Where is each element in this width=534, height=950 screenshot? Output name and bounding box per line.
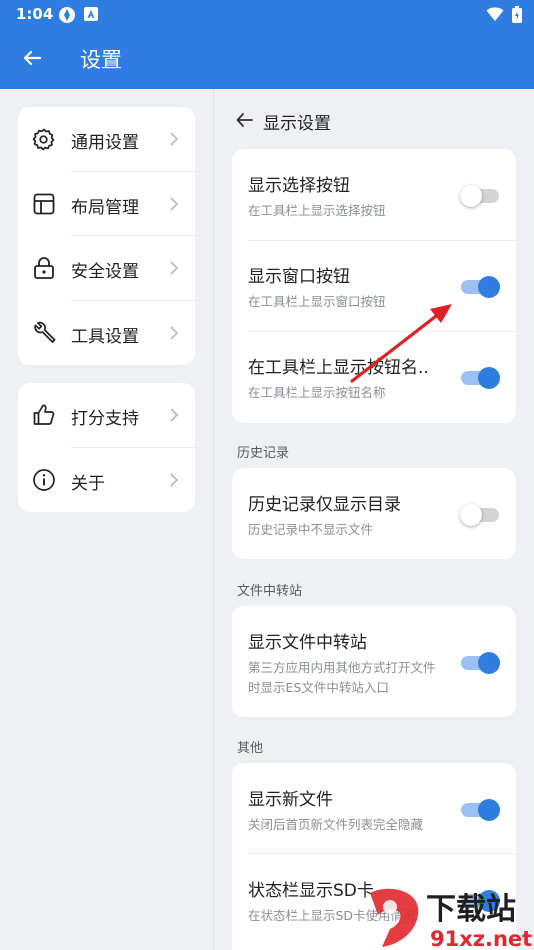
wifi-icon <box>486 7 504 21</box>
menu-item-label: 关于 <box>71 474 105 494</box>
settings-menu-card: 通用设置 布局管理 安全设置 工具设置 <box>18 107 195 365</box>
chevron-right-icon <box>170 473 179 487</box>
setting-title: 显示新文件 <box>248 790 333 810</box>
vpn-icon <box>59 7 75 23</box>
show-window-toggle[interactable] <box>460 275 500 298</box>
chevron-right-icon <box>170 197 179 211</box>
chevron-right-icon <box>170 408 179 422</box>
back-arrow-icon[interactable] <box>18 44 46 72</box>
battery-icon <box>512 6 522 23</box>
menu-item-label: 通用设置 <box>71 133 139 153</box>
setting-title: 历史记录仅显示目录 <box>248 495 401 515</box>
setting-title: 显示窗口按钮 <box>248 267 350 287</box>
menu-item-general[interactable]: 通用设置 <box>18 107 195 171</box>
status-time: 1:04 <box>16 5 54 23</box>
menu-item-security[interactable]: 安全设置 <box>18 236 195 300</box>
section-label-other: 其他 <box>237 741 264 756</box>
menu-item-label: 布局管理 <box>71 198 139 218</box>
menu-item-label: 工具设置 <box>71 327 139 347</box>
layout-icon <box>33 193 55 215</box>
support-menu-card: 打分支持 关于 <box>18 383 195 512</box>
setting-subtitle: 第三方应用内用其他方式打开文件时显示ES文件中转站入口 <box>248 660 436 695</box>
watermark-text: 下载站 <box>426 892 516 927</box>
panel-title: 显示设置 <box>263 114 331 134</box>
setting-subtitle: 在工具栏上显示选择按钮 <box>248 203 386 218</box>
setting-subtitle: 关闭后首页新文件列表完全隐藏 <box>248 817 424 832</box>
site-watermark-logo: 下载站 91xz.net <box>370 888 532 950</box>
annotation-arrow <box>350 304 452 383</box>
setting-row-show-transfer[interactable]: 显示文件中转站 第三方应用内用其他方式打开文件时显示ES文件中转站入口 <box>232 606 516 717</box>
transfer-card: 显示文件中转站 第三方应用内用其他方式打开文件时显示ES文件中转站入口 <box>232 606 516 717</box>
setting-title: 显示选择按钮 <box>248 176 350 196</box>
lock-icon <box>34 257 54 279</box>
history-card: 历史记录仅显示目录 历史记录中不显示文件 <box>232 468 516 559</box>
section-label-history: 历史记录 <box>237 446 290 461</box>
setting-subtitle: 历史记录中不显示文件 <box>248 522 374 537</box>
section-label-transfer: 文件中转站 <box>237 584 303 599</box>
chevron-right-icon <box>170 132 179 146</box>
app-bar: 设置 <box>0 28 534 89</box>
chevron-right-icon <box>170 261 179 275</box>
setting-row-history-dirs-only[interactable]: 历史记录仅显示目录 历史记录中不显示文件 <box>232 468 516 559</box>
menu-item-about[interactable]: 关于 <box>18 448 195 512</box>
gear-icon <box>32 128 55 151</box>
menu-item-label: 打分支持 <box>71 409 139 429</box>
setting-row-show-select[interactable]: 显示选择按钮 在工具栏上显示选择按钮 <box>232 149 516 240</box>
show-new-files-toggle[interactable] <box>460 798 500 821</box>
menu-item-label: 安全设置 <box>71 262 139 282</box>
show-button-names-toggle[interactable] <box>460 366 500 389</box>
thumbs-up-icon <box>33 404 55 425</box>
setting-row-show-new-files[interactable]: 显示新文件 关闭后首页新文件列表完全隐藏 <box>232 763 516 853</box>
info-icon <box>33 469 55 491</box>
panel-back-icon[interactable] <box>234 110 256 130</box>
history-dirs-only-toggle[interactable] <box>460 503 500 526</box>
setting-title: 状态栏显示SD卡 <box>248 881 374 901</box>
wrench-icon <box>34 321 56 343</box>
page-title: 设置 <box>80 48 122 72</box>
menu-item-tools[interactable]: 工具设置 <box>18 301 195 365</box>
setting-title: 显示文件中转站 <box>248 633 367 653</box>
menu-item-rate[interactable]: 打分支持 <box>18 383 195 447</box>
status-bar: 1:04 <box>0 0 534 28</box>
menu-item-layout[interactable]: 布局管理 <box>18 172 195 236</box>
chevron-right-icon <box>170 326 179 340</box>
show-transfer-toggle[interactable] <box>460 651 500 674</box>
pane-divider <box>213 89 214 950</box>
watermark-domain: 91xz.net <box>430 927 532 950</box>
app-notification-icon <box>84 7 98 21</box>
show-select-toggle[interactable] <box>460 184 500 207</box>
